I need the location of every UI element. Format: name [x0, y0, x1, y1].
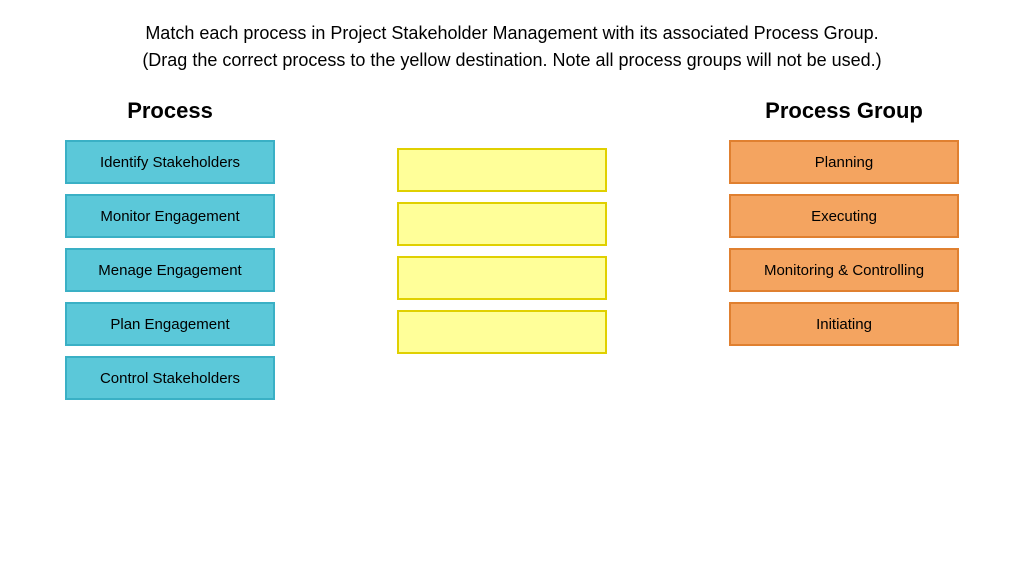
drop-zone-4[interactable]: [397, 310, 607, 354]
columns-container: Process Identify Stakeholders Monitor En…: [40, 98, 984, 410]
process-column: Process Identify Stakeholders Monitor En…: [60, 98, 280, 410]
instruction-text: Match each process in Project Stakeholde…: [122, 20, 902, 74]
process-item-menage-engagement[interactable]: Menage Engagement: [65, 248, 275, 292]
process-group-column-header: Process Group: [765, 98, 923, 124]
process-column-header: Process: [127, 98, 213, 124]
process-group-initiating: Initiating: [729, 302, 959, 346]
process-group-planning: Planning: [729, 140, 959, 184]
page-container: Match each process in Project Stakeholde…: [0, 0, 1024, 568]
process-item-monitor-engagement[interactable]: Monitor Engagement: [65, 194, 275, 238]
process-item-plan-engagement[interactable]: Plan Engagement: [65, 302, 275, 346]
process-group-monitoring-controlling: Monitoring & Controlling: [729, 248, 959, 292]
drop-zone-column: [392, 148, 612, 364]
process-item-identify-stakeholders[interactable]: Identify Stakeholders: [65, 140, 275, 184]
drop-zone-1[interactable]: [397, 148, 607, 192]
drop-zone-3[interactable]: [397, 256, 607, 300]
process-group-executing: Executing: [729, 194, 959, 238]
drop-zone-2[interactable]: [397, 202, 607, 246]
process-group-column: Process Group Planning Executing Monitor…: [724, 98, 964, 356]
process-item-control-stakeholders[interactable]: Control Stakeholders: [65, 356, 275, 400]
